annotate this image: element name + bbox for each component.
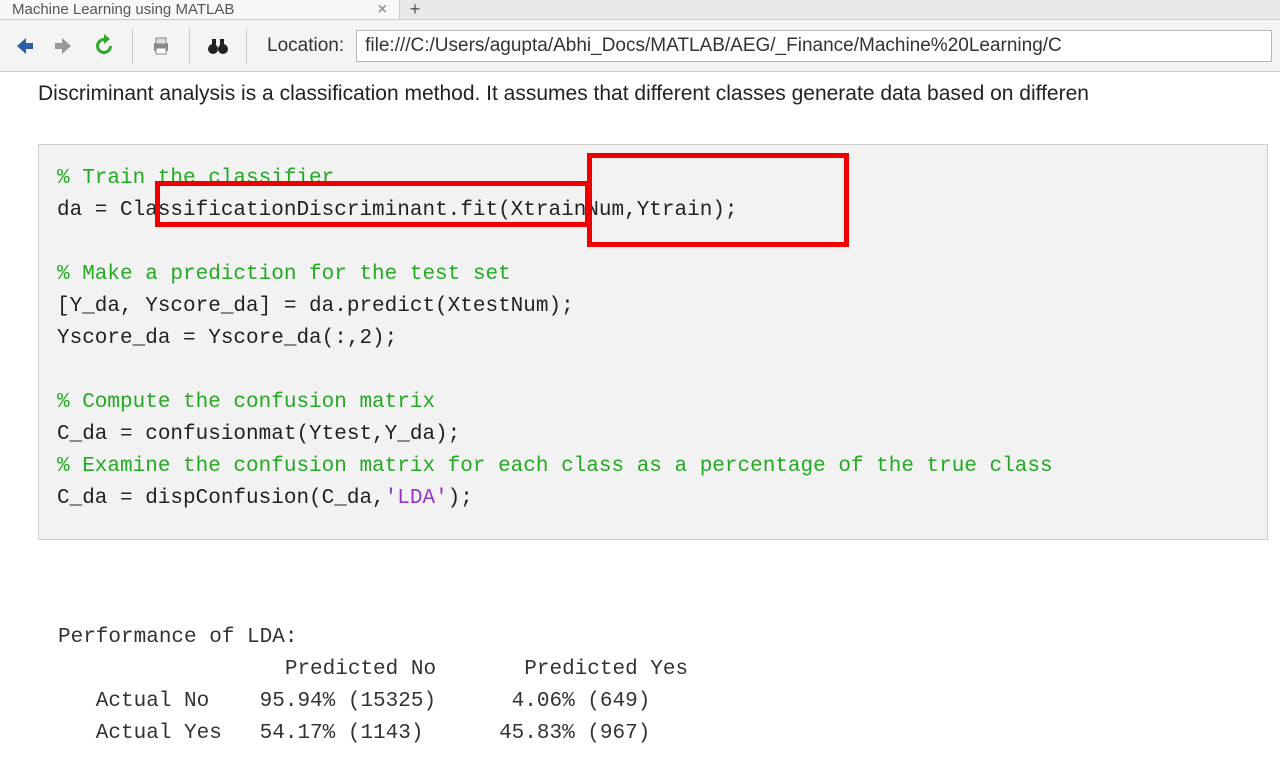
code-block: % Train the classifier da = Classificati…	[38, 144, 1268, 540]
description-text: Discriminant analysis is a classificatio…	[38, 82, 1280, 106]
code-comment: % Make a prediction for the test set	[57, 263, 511, 286]
tab-bar: Machine Learning using MATLAB × +	[0, 0, 1280, 20]
binoculars-icon	[206, 34, 230, 58]
arrow-right-icon	[51, 33, 77, 59]
separator	[189, 28, 190, 64]
location-label: Location:	[267, 35, 344, 57]
output-block: Performance of LDA: Predicted No Predict…	[38, 590, 1280, 782]
tab-title: Machine Learning using MATLAB	[12, 1, 234, 18]
new-tab-button[interactable]: +	[400, 0, 430, 20]
print-icon	[149, 34, 173, 58]
code-text: ;	[725, 199, 738, 222]
page-content: Discriminant analysis is a classificatio…	[0, 72, 1280, 782]
location-url: file:///C:/Users/agupta/Abhi_Docs/MATLAB…	[365, 35, 1062, 57]
toolbar: Location: file:///C:/Users/agupta/Abhi_D…	[0, 20, 1280, 72]
location-input[interactable]: file:///C:/Users/agupta/Abhi_Docs/MATLAB…	[356, 30, 1272, 62]
code-text: da =	[57, 199, 120, 222]
code-text: [Y_da, Yscore_da] = da.predict(XtestNum)…	[57, 295, 574, 318]
code-text: Yscore_da = Yscore_da(:,2);	[57, 327, 397, 350]
arrow-left-icon	[11, 33, 37, 59]
close-icon[interactable]: ×	[378, 1, 387, 19]
code-text: ClassificationDiscriminant.fit	[120, 199, 498, 222]
refresh-icon	[92, 34, 116, 58]
code-text: C_da = dispConfusion(C_da,	[57, 487, 385, 510]
print-button[interactable]	[145, 30, 177, 62]
find-button[interactable]	[202, 30, 234, 62]
plus-icon: +	[410, 0, 421, 20]
code-text: (XtrainNum,Ytrain)	[498, 199, 725, 222]
output-title: Performance of LDA:	[58, 626, 297, 649]
code-comment: % Compute the confusion matrix	[57, 391, 435, 414]
output-header: Predicted No Predicted Yes	[58, 658, 688, 681]
forward-button[interactable]	[48, 30, 80, 62]
separator	[132, 28, 133, 64]
code-comment: % Train the classifier	[57, 167, 334, 190]
code-string: 'LDA'	[385, 487, 448, 510]
code-text: C_da = confusionmat(Ytest,Y_da);	[57, 423, 460, 446]
back-button[interactable]	[8, 30, 40, 62]
code-comment: % Examine the confusion matrix for each …	[57, 455, 1053, 478]
output-row: Actual No 95.94% (15325) 4.06% (649)	[58, 690, 650, 713]
code-text: );	[448, 487, 473, 510]
tab-active[interactable]: Machine Learning using MATLAB ×	[0, 0, 400, 19]
separator	[246, 28, 247, 64]
output-row: Actual Yes 54.17% (1143) 45.83% (967)	[58, 722, 650, 745]
refresh-button[interactable]	[88, 30, 120, 62]
